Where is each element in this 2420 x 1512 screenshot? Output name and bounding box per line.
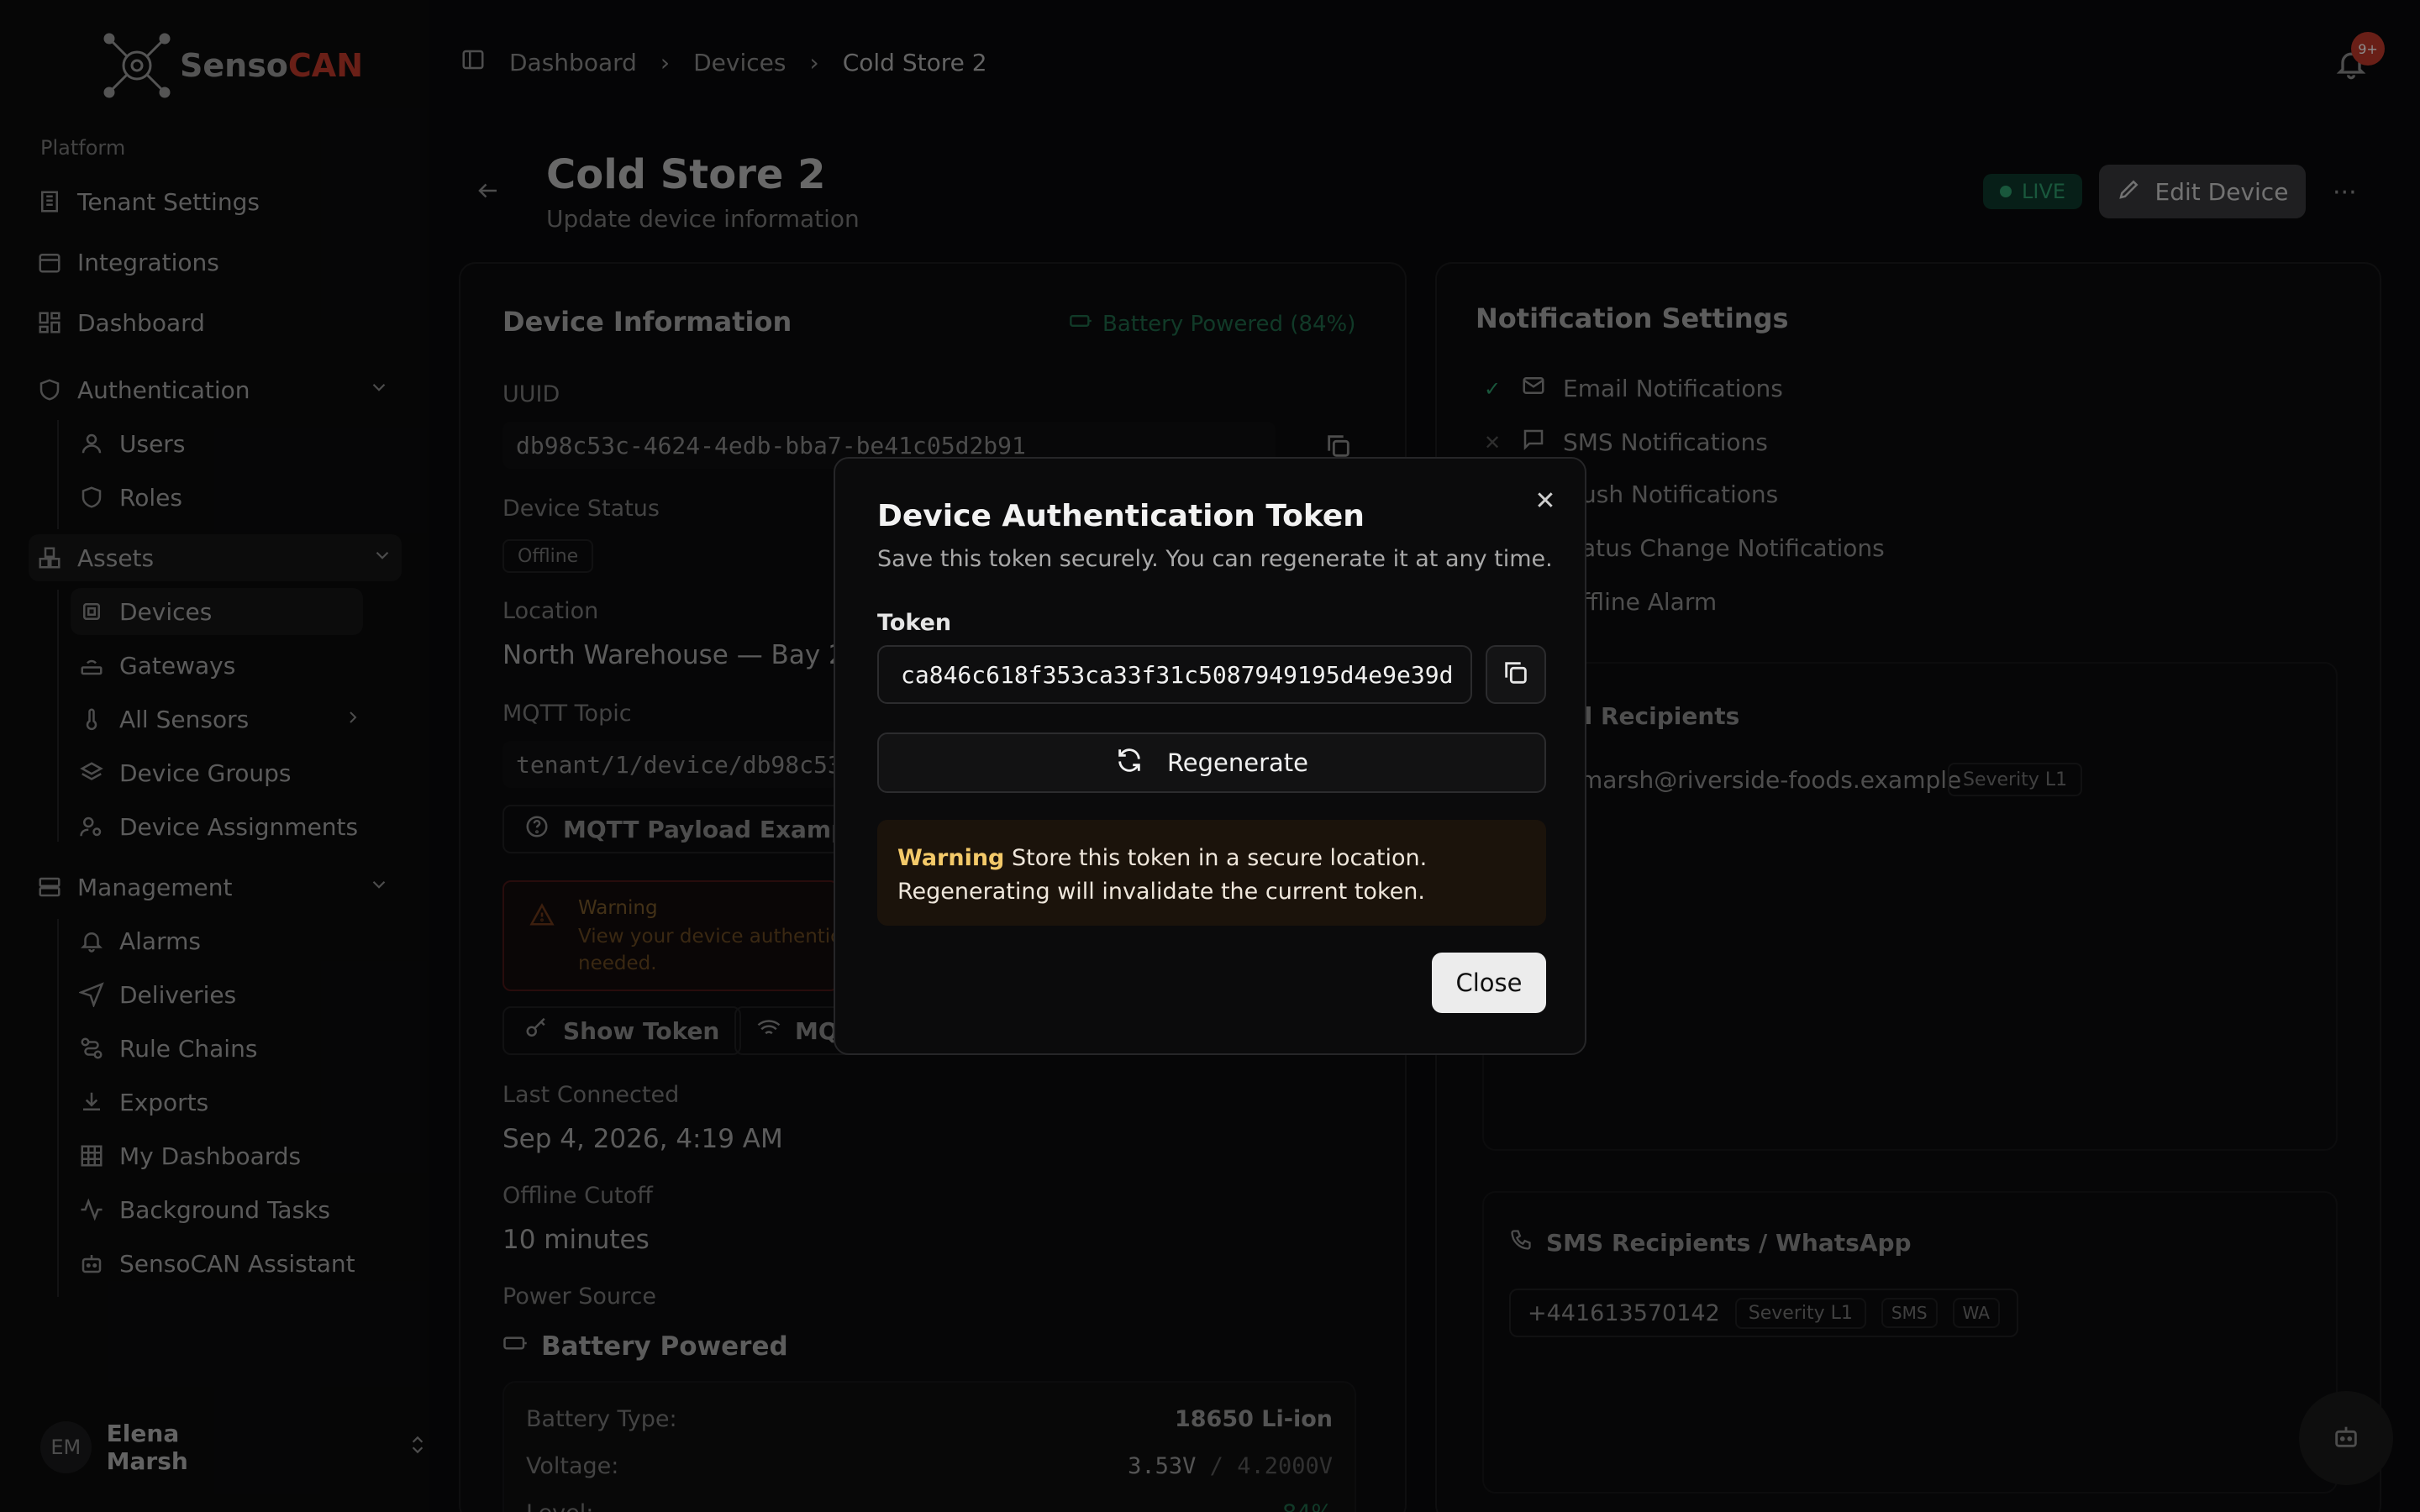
token-field[interactable]: ca846c618f353ca33f31c5087949195d4e9e39d bbox=[877, 645, 1472, 704]
copy-icon bbox=[1502, 659, 1530, 690]
regenerate-label: Regenerate bbox=[1166, 748, 1309, 777]
copy-token-button[interactable] bbox=[1486, 645, 1546, 704]
refresh-icon bbox=[1115, 746, 1144, 780]
warning-bold: Warning bbox=[897, 845, 1005, 871]
warning-text-1: Store this token in a secure location. bbox=[1011, 845, 1428, 871]
regenerate-button[interactable]: Regenerate bbox=[877, 732, 1546, 793]
token-label: Token bbox=[877, 610, 952, 636]
dialog-title: Device Authentication Token bbox=[877, 499, 1365, 533]
dialog-subtitle: Save this token securely. You can regene… bbox=[877, 546, 1553, 572]
app-root: Senso CAN Platform Tenant Settings Integr… bbox=[0, 0, 2420, 1512]
warning-text-2: Regenerating will invalidate the current… bbox=[897, 879, 1425, 905]
close-icon[interactable]: ✕ bbox=[1533, 489, 1558, 514]
token-warning: Warning Store this token in a secure loc… bbox=[877, 820, 1546, 926]
close-button[interactable]: Close bbox=[1432, 953, 1546, 1013]
device-token-dialog: Device Authentication Token Save this to… bbox=[834, 457, 1586, 1055]
